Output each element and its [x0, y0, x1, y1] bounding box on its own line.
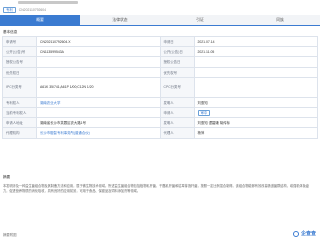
value-current-patentee	[36, 106, 161, 119]
label-publication-date: 公开(公告)日	[159, 46, 195, 58]
label-inventors: 发明人	[159, 117, 195, 129]
meta-line: 专利 CN202110792604	[3, 7, 47, 14]
status-badge: 审中	[197, 109, 211, 116]
table-row: 当前专利权人 申请人 审中	[2, 106, 318, 119]
value-applicant-address: 湖南省长沙市芙蓉区农大路1号	[36, 117, 161, 129]
table-row: 代理机构 长沙市融智专利事务所(普通合伙) 代理人 杨萍	[2, 127, 318, 139]
tab-legal-status[interactable]: 法律状态	[80, 15, 160, 25]
table-row: 申请人地址 湖南省长沙市芙蓉区农大路1号 发明人 刘惠知 谭碧娥 胡传标	[2, 117, 318, 129]
brand-logo: 企查查	[293, 230, 316, 237]
label-inventor: 发明人	[159, 96, 195, 108]
label-applicant: 申请人	[159, 106, 195, 119]
value-agency[interactable]: 长沙市融智专利事务所(普通合伙)	[36, 127, 161, 139]
label-cpc: CPC分类号	[159, 76, 195, 98]
patent-number: CN202110792604	[18, 8, 47, 13]
label-application-date: 申请日	[159, 35, 195, 48]
logo-icon	[293, 230, 300, 237]
label-ipc: IPC分类号	[2, 76, 37, 98]
value-agent: 杨萍	[193, 127, 318, 139]
label-priority-number: 优先权号	[159, 66, 195, 78]
table-row: 专利权人 湖南农业大学 发明人 刘惠知	[2, 96, 318, 108]
value-publication-number: CN113599543A	[36, 46, 161, 58]
info-table: 申请号 CN202110792604.X 申请日 2021.07.14 公开(公…	[2, 35, 318, 139]
value-grant-number	[36, 56, 161, 68]
label-grant-date: 授权公告日	[159, 56, 195, 68]
value-inventor: 刘惠知	[193, 96, 318, 108]
abstract-text: 本发明涉及一种益生菌组合物及其制备方法和应用，属于微生物技术领域。所述益生菌组合…	[3, 184, 309, 194]
label-agent: 代理人	[159, 127, 195, 139]
table-row: IPC分类号 A61K 35/741;A61P 1/00;C12N 1/20 C…	[2, 76, 318, 98]
value-applicant: 审中	[193, 106, 318, 119]
tab-summary[interactable]: 概要	[0, 15, 80, 25]
label-grant-number: 授权公告号	[2, 56, 37, 68]
abstract-title: 摘要	[3, 175, 11, 179]
value-priority-date	[36, 66, 161, 78]
value-application-number: CN202110792604.X	[36, 35, 161, 48]
table-row: 公开(公告)号 CN113599543A 公开(公告)日 2021.11.05	[2, 46, 318, 58]
table-row: 优先权日 优先权号	[2, 66, 318, 78]
label-publication-number: 公开(公告)号	[2, 46, 37, 58]
patentee-link[interactable]: 湖南农业大学	[40, 101, 60, 105]
type-badge: 专利	[3, 7, 16, 14]
value-priority-number	[193, 66, 318, 78]
tab-citations[interactable]: 引证	[160, 15, 240, 25]
tab-bar: 概要 法律状态 引证 同族	[0, 15, 320, 26]
label-patentee: 专利权人	[2, 96, 37, 108]
label-applicant-address: 申请人地址	[2, 117, 37, 129]
label-priority-date: 优先权日	[2, 66, 37, 78]
value-grant-date	[193, 56, 318, 68]
label-agency: 代理机构	[2, 127, 37, 139]
title-bar	[0, 0, 320, 6]
table-row: 授权公告号 授权公告日	[2, 56, 318, 68]
table-row: 申请号 CN202110792604.X 申请日 2021.07.14	[2, 35, 318, 48]
label-application-number: 申请号	[2, 35, 37, 48]
value-inventors: 刘惠知 谭碧娥 胡传标	[193, 117, 318, 129]
value-ipc: A61K 35/741;A61P 1/00;C12N 1/20	[36, 76, 161, 98]
abstract-figure-label: 摘要附图	[3, 232, 17, 237]
value-publication-date: 2021.11.05	[193, 46, 318, 58]
section-title: 基本信息	[3, 30, 18, 34]
label-current-patentee: 当前专利权人	[2, 106, 37, 119]
footer-bar: 摘要附图	[0, 228, 320, 240]
value-application-date: 2021.07.14	[193, 35, 318, 48]
title-placeholder	[18, 1, 78, 4]
value-patentee[interactable]: 湖南农业大学	[36, 96, 161, 108]
agency-link[interactable]: 长沙市融智专利事务所(普通合伙)	[40, 131, 90, 135]
tab-family[interactable]: 同族	[240, 15, 320, 25]
value-cpc	[193, 76, 318, 98]
logo-text: 企查查	[300, 231, 316, 237]
